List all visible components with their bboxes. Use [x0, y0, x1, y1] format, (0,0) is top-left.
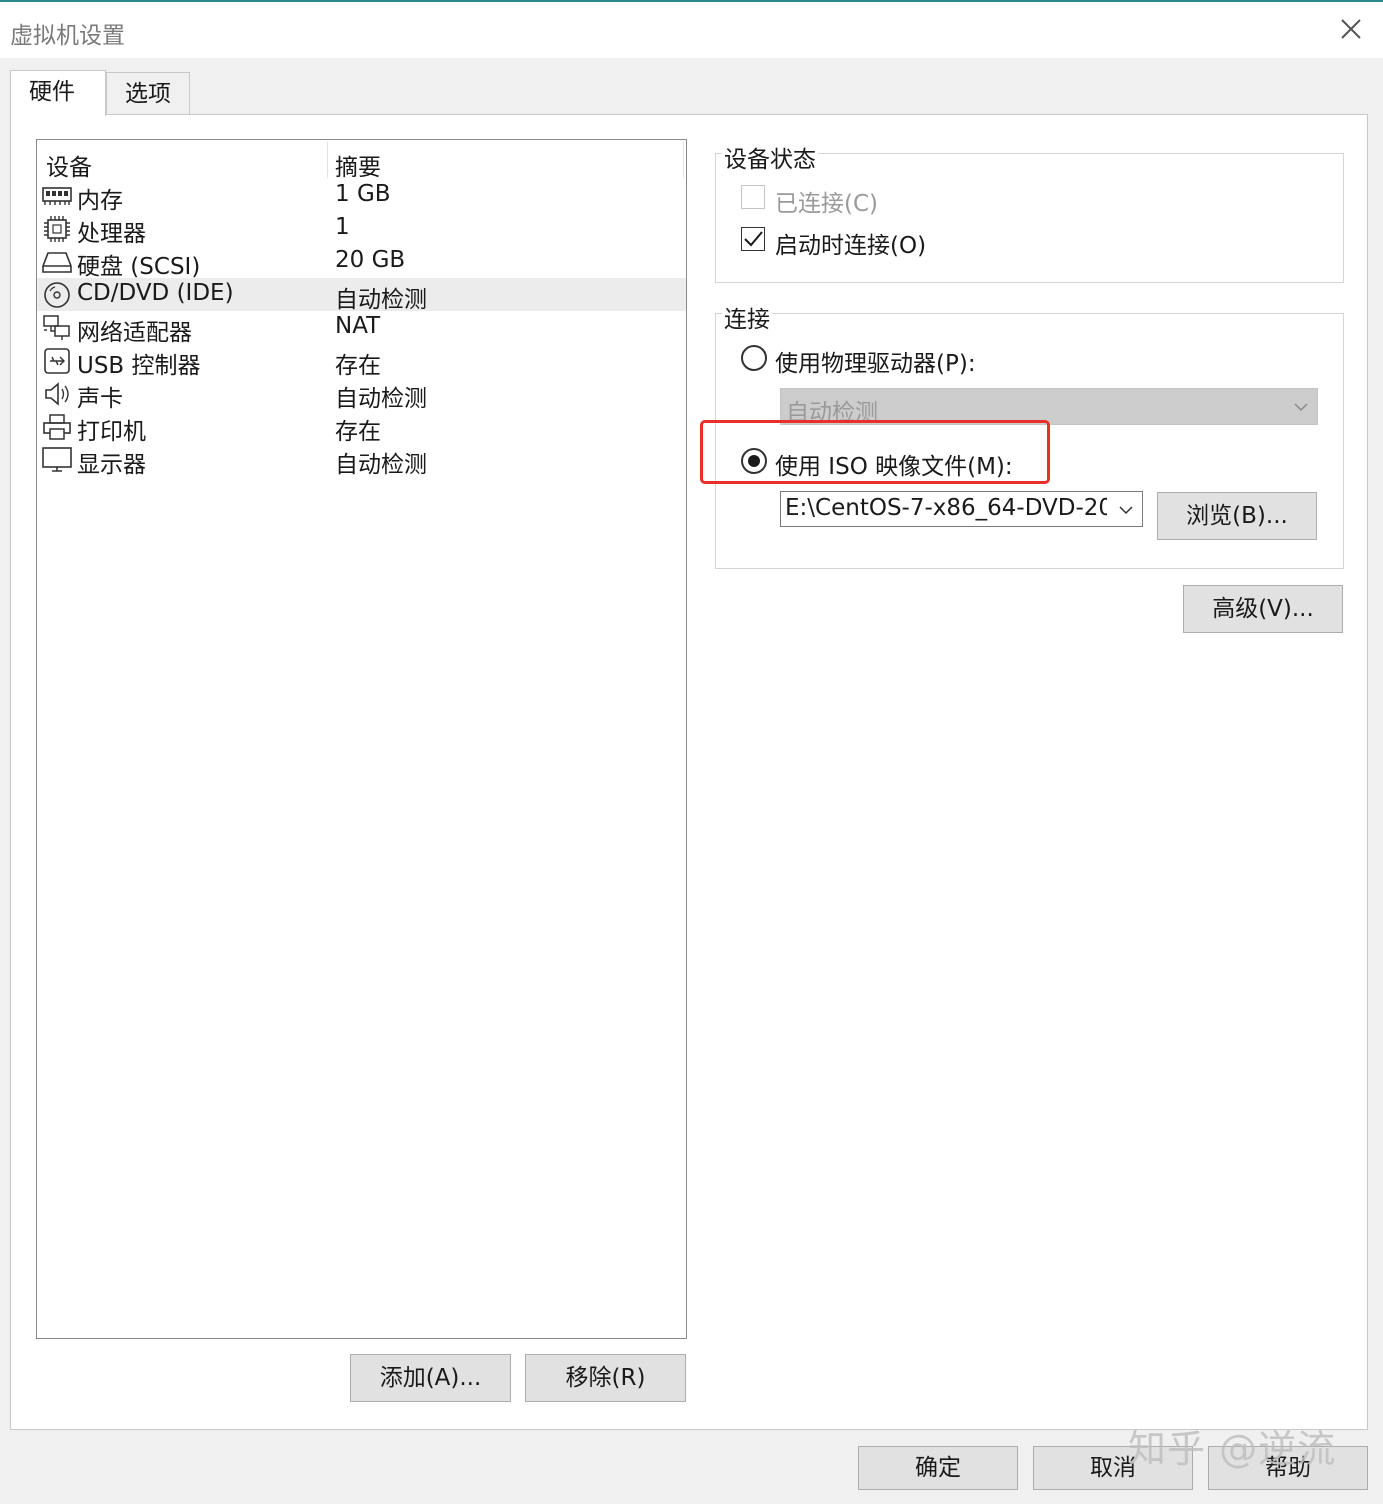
cd-dvd-icon [42, 281, 72, 309]
tab-hardware-label: 硬件 [29, 79, 75, 105]
device-summary: 20 GB [335, 247, 406, 273]
device-row-network-adapter[interactable]: 网络适配器 NAT [37, 311, 686, 346]
connect-on-power-checkbox[interactable] [741, 227, 765, 251]
device-summary: 自动检测 [335, 287, 427, 313]
column-header-device[interactable]: 设备 [46, 148, 92, 182]
device-row-printer[interactable]: 打印机 存在 [37, 410, 686, 445]
speaker-icon [42, 380, 72, 408]
column-divider[interactable] [327, 142, 328, 178]
chevron-down-icon [1294, 403, 1308, 412]
device-summary: NAT [335, 313, 381, 339]
device-summary: 1 GB [335, 181, 391, 207]
device-row-sound-card[interactable]: 声卡 自动检测 [37, 377, 686, 412]
chevron-down-icon[interactable] [1118, 504, 1134, 516]
device-name: 打印机 [77, 419, 146, 445]
advanced-button[interactable]: 高级(V)... [1183, 585, 1343, 633]
device-status-label: 设备状态 [722, 140, 818, 174]
watermark: 知乎 @逆流 [1128, 1427, 1337, 1471]
ok-button[interactable]: 确定 [858, 1446, 1018, 1490]
processor-icon [42, 215, 72, 243]
checkmark-icon [744, 231, 763, 247]
device-summary: 存在 [335, 419, 381, 445]
device-name: 显示器 [77, 452, 146, 478]
device-row-usb[interactable]: USB 控制器 存在 [37, 344, 686, 379]
column-divider [683, 142, 684, 178]
remove-button[interactable]: 移除(R) [525, 1354, 686, 1402]
memory-icon [42, 182, 72, 210]
tab-hardware[interactable]: 硬件 [10, 70, 106, 116]
connection-label: 连接 [722, 300, 772, 334]
add-button[interactable]: 添加(A)... [350, 1354, 511, 1402]
device-summary: 存在 [335, 353, 381, 379]
device-name: CD/DVD (IDE) [77, 280, 234, 306]
device-summary: 1 [335, 214, 350, 240]
connected-label: 已连接(C) [775, 191, 879, 217]
device-row-cd-dvd[interactable]: CD/DVD (IDE) 自动检测 [37, 278, 686, 313]
usb-icon [42, 347, 72, 375]
device-name: 处理器 [77, 221, 146, 247]
close-icon[interactable] [1336, 14, 1366, 44]
device-row-memory[interactable]: 内存 1 GB [37, 179, 686, 214]
connect-on-power-label: 启动时连接(O) [775, 233, 927, 259]
device-row-display[interactable]: 显示器 自动检测 [37, 443, 686, 478]
device-name: 硬盘 (SCSI) [77, 254, 201, 280]
window-title: 虚拟机设置 [10, 23, 125, 49]
browse-button[interactable]: 浏览(B)... [1157, 492, 1317, 540]
device-name: 内存 [77, 188, 123, 214]
tab-options-label: 选项 [125, 81, 171, 107]
device-row-hard-disk[interactable]: 硬盘 (SCSI) 20 GB [37, 245, 686, 280]
highlight-annotation [700, 420, 1050, 484]
physical-drive-radio[interactable] [741, 345, 767, 371]
device-list[interactable]: 设备 摘要 内存 1 GB 处理器 1 硬盘 (SCSI) 20 GB CD/D… [36, 139, 687, 1339]
hard-disk-icon [42, 248, 72, 276]
connected-checkbox[interactable] [741, 185, 765, 209]
device-name: 声卡 [77, 386, 123, 412]
network-adapter-icon [42, 314, 72, 342]
title-bar: 虚拟机设置 [0, 0, 1383, 58]
iso-path-value[interactable]: E:\CentOS-7-x86_64-DVD-2009.iso [785, 495, 1107, 521]
printer-icon [42, 413, 72, 441]
monitor-icon [42, 446, 72, 474]
device-summary: 自动检测 [335, 386, 427, 412]
column-header-summary[interactable]: 摘要 [335, 148, 381, 182]
physical-drive-label: 使用物理驱动器(P): [775, 351, 976, 377]
tab-options[interactable]: 选项 [106, 72, 190, 116]
device-summary: 自动检测 [335, 452, 427, 478]
device-name: 网络适配器 [77, 320, 192, 346]
iso-path-combobox[interactable]: E:\CentOS-7-x86_64-DVD-2009.iso [780, 491, 1143, 527]
device-row-processor[interactable]: 处理器 1 [37, 212, 686, 247]
device-name: USB 控制器 [77, 353, 201, 379]
